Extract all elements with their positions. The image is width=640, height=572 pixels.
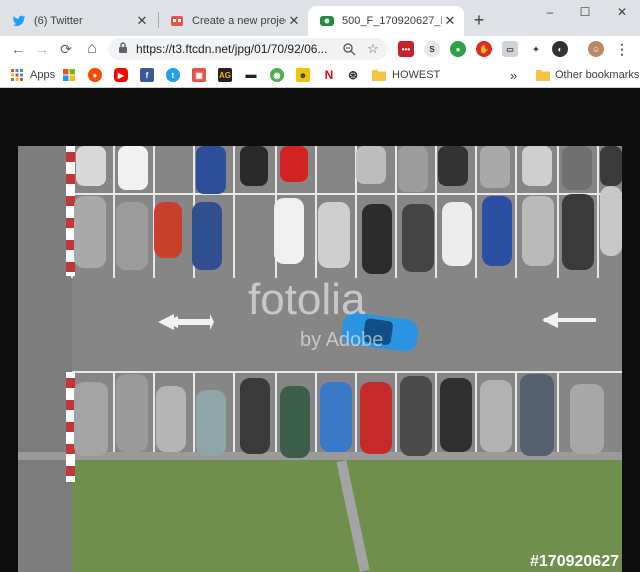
tab-title: 500_F_170920627_BNb: [342, 15, 442, 27]
watermark-subtext: by Adobe: [300, 329, 383, 351]
tab-image-active[interactable]: 500_F_170920627_BNb ✕: [308, 6, 464, 36]
folder-icon: [372, 68, 386, 82]
star-icon[interactable]: ☆: [364, 40, 382, 58]
page-content: fotolia by Adobe #170920627: [0, 88, 640, 572]
apps-grid-icon: [10, 68, 24, 82]
bookmark-netflix[interactable]: N: [322, 67, 336, 83]
browser-chrome: (6) Twitter ✕ Create a new project - ✕ 5…: [0, 0, 640, 88]
tab-title: Create a new project -: [192, 15, 286, 27]
globe-icon: ⊛: [346, 68, 360, 82]
bookmark-yellow[interactable]: ☻: [296, 67, 310, 83]
extension-figure-icon[interactable]: ✦: [528, 41, 544, 57]
bookmarks-bar: Apps ● ▶ f t ▣ AG ▬ ◉ ☻ N ⊛ HOWEST » Oth…: [0, 62, 640, 88]
yellow-face-icon: ☻: [296, 68, 310, 82]
bookmark-car[interactable]: ▬: [244, 67, 258, 83]
bookmark-reddit[interactable]: ●: [88, 67, 102, 83]
bookmark-howest[interactable]: HOWEST: [372, 67, 440, 83]
bookmark-apps[interactable]: Apps: [10, 67, 55, 83]
folder-icon: [536, 68, 550, 82]
bookmark-twitter[interactable]: t: [166, 67, 180, 83]
parking-lot-image: fotolia by Adobe #170920627: [18, 146, 622, 572]
maximize-button[interactable]: ☐: [573, 4, 597, 20]
bookmark-label: HOWEST: [392, 69, 441, 81]
tab-title: (6) Twitter: [34, 15, 83, 27]
home-button[interactable]: ⌂: [82, 39, 102, 59]
close-icon[interactable]: ✕: [286, 13, 302, 29]
windows-icon: [62, 68, 76, 82]
netflix-icon: N: [322, 68, 336, 82]
bookmark-ag[interactable]: AG: [218, 67, 232, 83]
avatar[interactable]: ☺: [588, 41, 604, 57]
extension-green-icon[interactable]: ●: [450, 41, 466, 57]
car-icon: ▬: [244, 68, 258, 82]
bookmark-globe[interactable]: ⊛: [346, 67, 360, 83]
tab-twitter[interactable]: (6) Twitter ✕: [0, 6, 156, 36]
bookmark-facebook[interactable]: f: [140, 67, 154, 83]
bookmark-project[interactable]: ▣: [192, 67, 206, 83]
facebook-icon: f: [140, 68, 154, 82]
bookmark-label: Other bookmarks: [555, 69, 640, 81]
minimize-button[interactable]: –: [538, 4, 562, 20]
ag-icon: AG: [218, 68, 232, 82]
back-button[interactable]: ←: [8, 39, 28, 59]
close-window-button[interactable]: ✕: [610, 4, 634, 20]
bookmark-label: Apps: [30, 69, 56, 81]
close-icon[interactable]: ✕: [134, 13, 150, 29]
zoom-icon[interactable]: [340, 40, 358, 58]
new-tab-button[interactable]: +: [470, 11, 488, 29]
reload-button[interactable]: ⟳: [56, 39, 76, 59]
watermark-text: fotolia: [248, 275, 366, 324]
close-icon[interactable]: ✕: [442, 13, 458, 29]
extension-s-icon[interactable]: S: [424, 41, 440, 57]
project-icon: [170, 14, 184, 28]
reddit-icon: ●: [88, 68, 102, 82]
colorful-circle-icon: ◉: [270, 68, 284, 82]
project-icon: ▣: [192, 68, 206, 82]
bookmark-youtube[interactable]: ▶: [114, 67, 128, 83]
forward-button[interactable]: →: [32, 39, 52, 59]
extension-screen-icon[interactable]: ▭: [502, 41, 518, 57]
bookmark-colorful[interactable]: ◉: [270, 67, 284, 83]
twitter-icon: t: [166, 68, 180, 82]
youtube-icon: ▶: [114, 68, 128, 82]
bookmarks-overflow-button[interactable]: »: [510, 67, 517, 83]
tab-create-project[interactable]: Create a new project - ✕: [158, 6, 308, 36]
bookmark-windows[interactable]: [62, 67, 76, 83]
extension-adblock-icon[interactable]: ✋: [476, 41, 492, 57]
extension-dark-icon[interactable]: ◐: [552, 41, 568, 57]
toolbar: ← → ⟳ ⌂ https://t3.ftcdn.net/jpg/01/70/9…: [0, 36, 640, 62]
twitter-icon: [12, 14, 26, 28]
stock-id-label: #170920627: [530, 553, 619, 570]
extension-lastpass-icon[interactable]: •••: [398, 41, 414, 57]
tab-strip: (6) Twitter ✕ Create a new project - ✕ 5…: [0, 0, 640, 36]
bookmark-other[interactable]: Other bookmarks: [536, 67, 639, 83]
lock-icon: [118, 42, 128, 56]
tab-app-icon: [320, 14, 334, 28]
menu-icon[interactable]: ⋮: [614, 41, 630, 57]
